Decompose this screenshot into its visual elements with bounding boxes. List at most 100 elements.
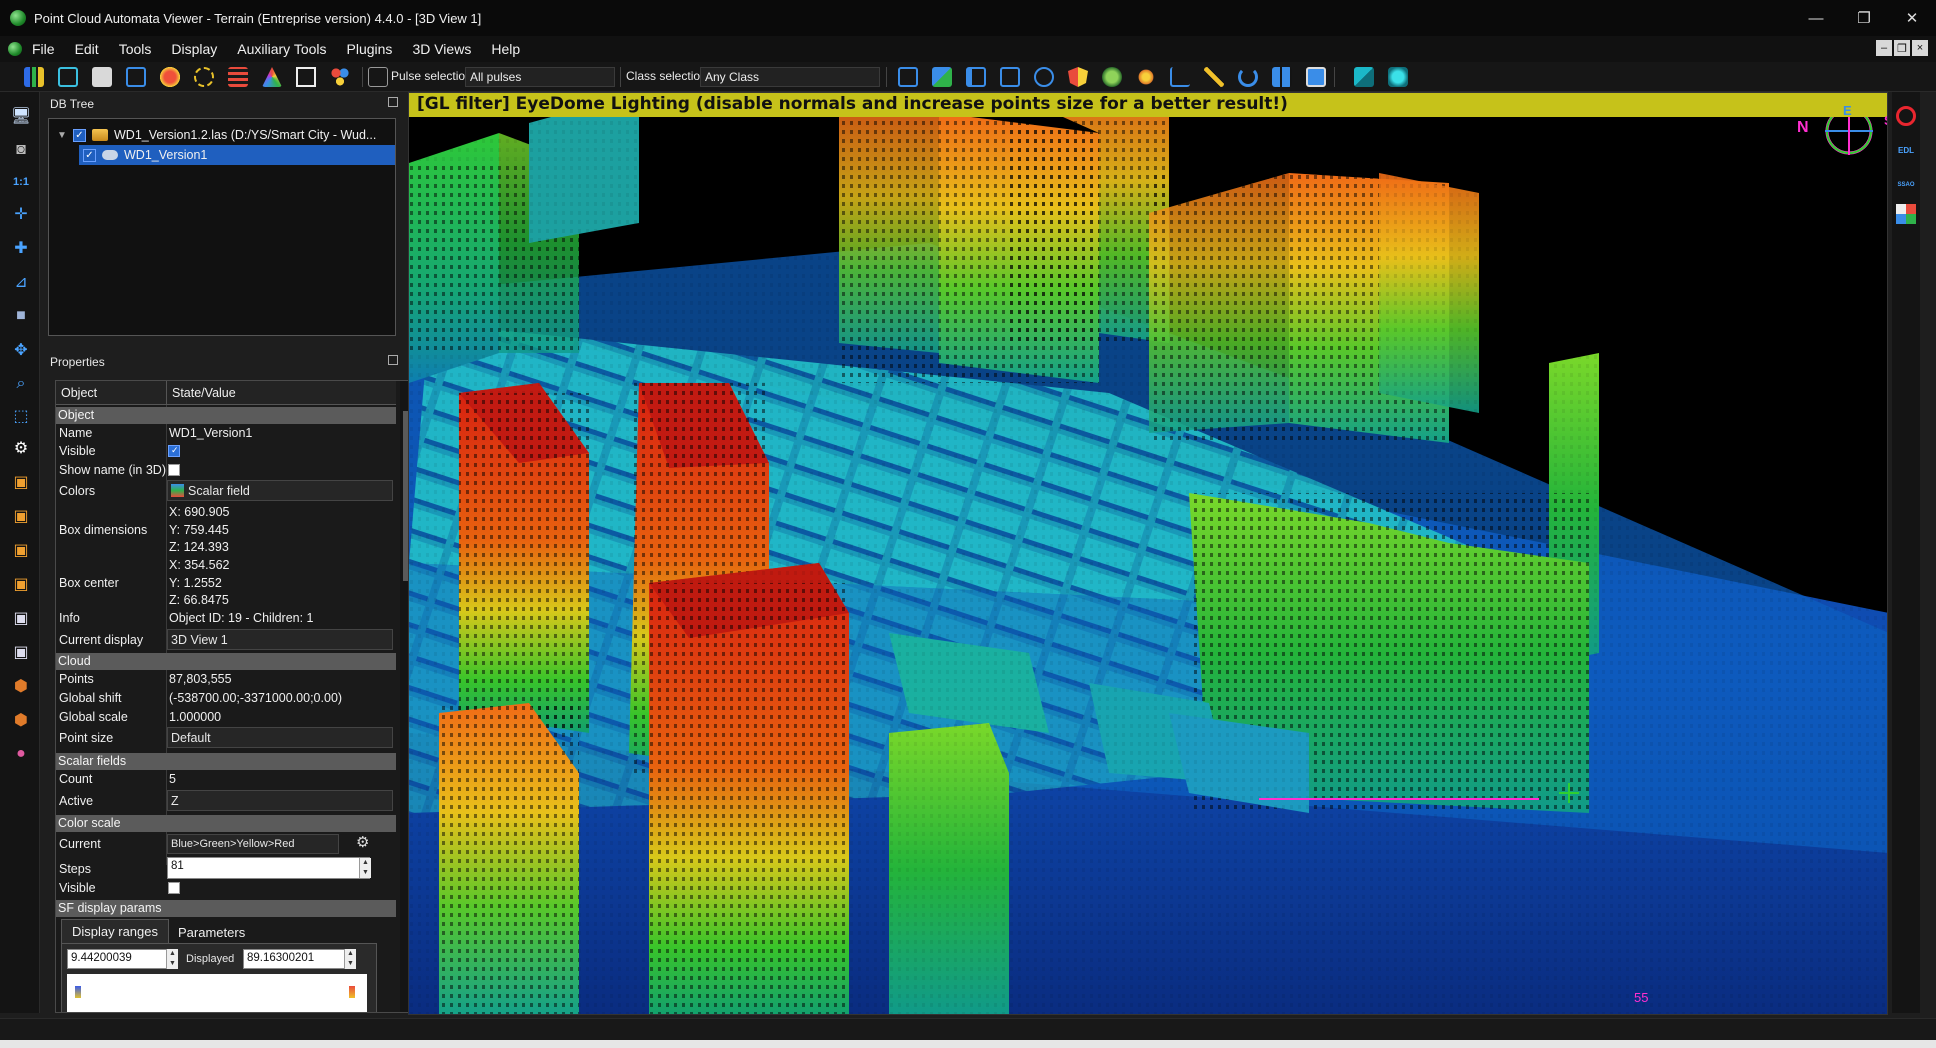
gear-icon[interactable]: ⚙ <box>356 833 369 851</box>
sf-min-input[interactable]: 9.44200039 <box>67 949 177 969</box>
rgb-icon[interactable] <box>1896 204 1916 224</box>
colors-combo[interactable]: Scalar field <box>167 480 393 501</box>
zoom-icon[interactable]: ⌕ <box>11 374 31 394</box>
menu-help[interactable]: Help <box>481 41 530 57</box>
mdi-minimize-button[interactable]: – <box>1876 40 1892 56</box>
cube-icon[interactable]: ■ <box>11 306 31 326</box>
view-top-icon[interactable]: ▣ <box>11 506 31 526</box>
select-icon[interactable]: ⬚ <box>11 406 31 426</box>
panel-icon[interactable] <box>966 67 986 87</box>
grid-icon[interactable] <box>126 67 146 87</box>
edit-icon[interactable] <box>1000 67 1020 87</box>
palette-icon[interactable]: ● <box>11 744 31 764</box>
tiles-icon[interactable] <box>898 67 918 87</box>
minimize-button[interactable]: — <box>1792 0 1840 36</box>
color-scale-combo[interactable]: Blue>Green>Yellow>Red <box>167 834 339 854</box>
classify-icon[interactable] <box>58 67 78 87</box>
document-icon[interactable] <box>92 67 112 87</box>
cs-visible-checkbox[interactable] <box>168 882 180 894</box>
visible-checkbox[interactable] <box>168 445 180 457</box>
histogram-icon[interactable] <box>24 67 44 87</box>
collapse-arrow-icon[interactable]: ▼ <box>57 130 67 141</box>
mdi-close-button[interactable]: × <box>1912 40 1928 56</box>
tree-item-checkbox[interactable]: ✓ <box>83 148 96 162</box>
menu-file[interactable]: File <box>22 41 65 57</box>
tree-item-cloud[interactable]: ✓ WD1_Version1 <box>79 145 395 165</box>
point-size-combo[interactable]: Default <box>167 727 393 748</box>
box-center-y: Y: 1.2552 <box>169 576 222 590</box>
tree-item-checkbox[interactable]: ✓ <box>73 128 86 142</box>
sun-icon[interactable] <box>194 67 214 87</box>
menu-3d-views[interactable]: 3D Views <box>402 41 481 57</box>
mdi-restore-button[interactable]: ❐ <box>1894 40 1910 56</box>
steps-spinner[interactable]: ▲ ▼ <box>359 858 371 878</box>
maximize-button[interactable]: ❐ <box>1840 0 1888 36</box>
menu-display[interactable]: Display <box>161 41 227 57</box>
range-max-handle[interactable] <box>349 986 355 998</box>
image-icon[interactable] <box>932 67 952 87</box>
color-wheel-icon[interactable] <box>160 67 180 87</box>
tree-item-file[interactable]: ▼ ✓ WD1_Version1.2.las (D:/YS/Smart City… <box>49 125 395 145</box>
active-sf-combo[interactable]: Z <box>167 790 393 811</box>
tab-display-ranges[interactable]: Display ranges <box>61 919 169 943</box>
pivot-icon[interactable]: ✚ <box>11 238 31 258</box>
ssao-icon[interactable]: SSAO <box>1896 174 1916 194</box>
cube-view-icon[interactable] <box>1354 67 1374 87</box>
sf-displayed-spinner[interactable]: ▲ ▼ <box>344 949 356 969</box>
float-panel-icon[interactable] <box>388 97 398 107</box>
histogram[interactable] <box>67 974 367 1012</box>
class-selection-combo[interactable]: Any Class <box>700 67 880 87</box>
view-bottom-icon[interactable]: ▣ <box>11 642 31 662</box>
target-icon[interactable] <box>1034 67 1054 87</box>
sf-min-spinner[interactable]: ▲ ▼ <box>166 949 178 969</box>
view-back-icon[interactable]: ▣ <box>11 574 31 594</box>
view-right-icon[interactable]: ▣ <box>11 608 31 628</box>
axes-icon[interactable]: ⊿ <box>11 272 31 292</box>
toolbar-separator <box>362 67 363 87</box>
menu-plugins[interactable]: Plugins <box>337 41 403 57</box>
one-to-one-icon[interactable]: 1:1 <box>11 172 31 192</box>
show-name-checkbox[interactable] <box>168 464 180 476</box>
tab-parameters[interactable]: Parameters <box>168 921 255 944</box>
range-min-handle[interactable] <box>75 986 81 998</box>
monitor-icon[interactable]: 🖥 <box>11 106 31 126</box>
box-center-label: Box center <box>59 576 119 590</box>
view-left-icon[interactable]: ▣ <box>11 540 31 560</box>
menu-auxiliary-tools[interactable]: Auxiliary Tools <box>227 41 336 57</box>
pulse-selection-combo[interactable]: All pulses <box>465 67 615 87</box>
iso-back-icon[interactable]: ⬢ <box>11 710 31 730</box>
name-value[interactable]: WD1_Version1 <box>169 426 252 440</box>
3d-view[interactable]: [GL filter] EyeDome Lighting (disable no… <box>408 92 1888 1015</box>
gear-icon[interactable]: ⚙ <box>11 438 31 458</box>
shield-icon[interactable] <box>1068 67 1088 87</box>
menu-edit[interactable]: Edit <box>65 41 109 57</box>
edl-icon[interactable]: EDL <box>1896 140 1916 160</box>
view-front-icon[interactable]: ▣ <box>11 472 31 492</box>
close-button[interactable]: ✕ <box>1888 0 1936 36</box>
rainbow-triangle-icon[interactable] <box>262 67 282 87</box>
square-icon[interactable] <box>296 67 316 87</box>
float-panel-icon[interactable] <box>388 355 398 365</box>
section-scalar-fields: Scalar fields <box>56 753 396 770</box>
current-display-combo[interactable]: 3D View 1 <box>167 629 393 650</box>
sphere-view-icon[interactable] <box>1388 67 1408 87</box>
globe-icon[interactable] <box>1102 67 1122 87</box>
menu-tools[interactable]: Tools <box>109 41 162 57</box>
stop-icon[interactable] <box>1896 106 1916 126</box>
move-icon[interactable]: ✥ <box>11 340 31 360</box>
measure-icon[interactable] <box>1170 67 1190 87</box>
window-icon[interactable] <box>1272 67 1292 87</box>
camera-icon[interactable]: ◙ <box>11 140 31 160</box>
palette-icon[interactable] <box>330 67 350 87</box>
gear-icon[interactable] <box>1136 67 1156 87</box>
layers-icon[interactable] <box>228 67 248 87</box>
pencil-icon[interactable] <box>1204 67 1224 87</box>
steps-input[interactable]: 81 <box>167 857 370 879</box>
point-cloud-render[interactable] <box>409 93 1888 1015</box>
center-icon[interactable]: ✛ <box>11 204 31 224</box>
iso-front-icon[interactable]: ⬢ <box>11 676 31 696</box>
pulse-icon[interactable] <box>368 67 388 87</box>
refresh-icon[interactable] <box>1238 67 1258 87</box>
save-view-icon[interactable] <box>1306 67 1326 87</box>
sf-displayed-input[interactable]: 89.16300201 <box>243 949 355 969</box>
